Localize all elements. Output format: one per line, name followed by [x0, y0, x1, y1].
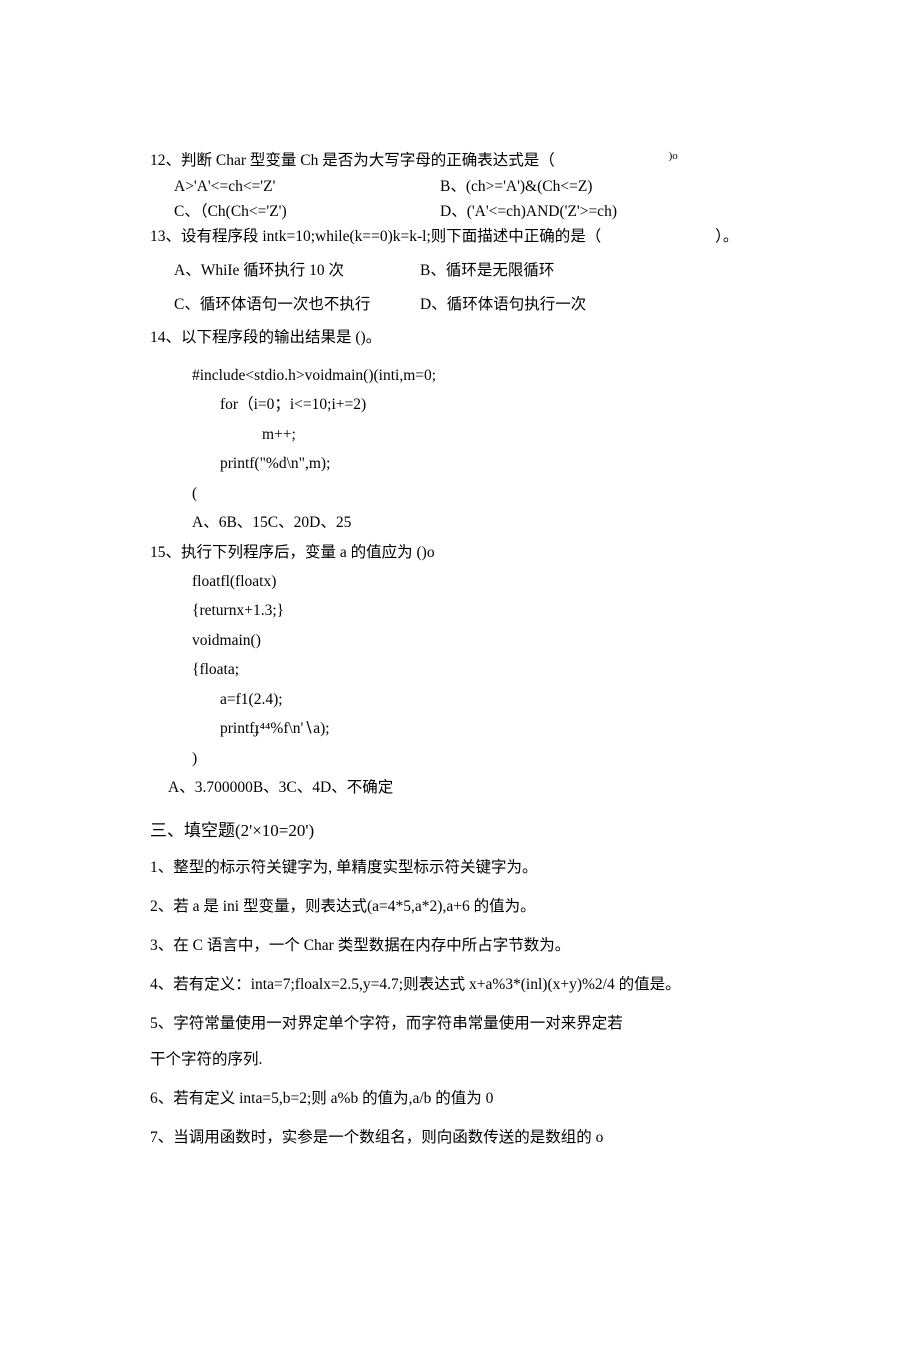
fill-5b: 干个字符的序列.	[150, 1048, 790, 1073]
q14-c1: #include<stdio.h>voidmain()(inti,m=0;	[150, 361, 790, 390]
q15-c3: voidmain()	[150, 626, 790, 655]
fill-4: 4、若有定义：inta=7;floalx=2.5,y=4.7;则表达式 x+a%…	[150, 973, 790, 998]
q13-tail: ）。	[715, 228, 738, 245]
q15-c2: {returnx+1.3;}	[150, 596, 790, 625]
q15-block: 15、执行下列程序后，变量 a 的值应为 ()o floatfl(floatx)…	[150, 538, 790, 803]
q15-opts: A、3.700000B、3C、4D、不确定	[150, 773, 790, 802]
fill-1: 1、整型的标示符关键字为, 单精度实型标示符关键字为。	[150, 856, 790, 881]
fill-6: 6、若有定义 inta=5,b=2;则 a%b 的值为,a/b 的值为 0	[150, 1087, 790, 1112]
q13-options-row1: A、WhiIe 循环执行 10 次 B、循环是无限循环	[150, 260, 790, 282]
q15-c7: )	[150, 744, 790, 773]
q13-stem-text: 13、设有程序段 intk=10;while(k==0)k=k-l;则下面描述中…	[150, 228, 601, 245]
q12-stem: 12、判断 Char 型变量 Ch 是否为大写字母的正确表达式是（ )o	[150, 149, 790, 172]
q14-c3: m++;	[150, 420, 790, 449]
q12-optA: A>'A'<=ch<='Z'	[150, 176, 440, 198]
q14-opts: A、6B、15C、20D、25	[150, 508, 790, 537]
q15-stem: 15、执行下列程序后，变量 a 的值应为 ()o	[150, 538, 790, 567]
q12-stem-text: 12、判断 Char 型变量 Ch 是否为大写字母的正确表达式是（	[150, 152, 555, 169]
q12-tail: )o	[669, 150, 678, 162]
q15-c6: printfɟ⁴⁴%f\n'∖a);	[150, 714, 790, 743]
q12-options-row2: C、（Ch(Ch<='Z') D、('A'<=ch)AND('Z'>=ch)	[150, 201, 790, 223]
q14-stem: 14、以下程序段的输出结果是 ()。	[150, 327, 790, 349]
q13-optC: C、循环体语句一次也不执行	[150, 294, 420, 316]
q13-stem: 13、设有程序段 intk=10;while(k==0)k=k-l;则下面描述中…	[150, 226, 790, 248]
q15-c4: {floata;	[150, 655, 790, 684]
q13-optB: B、循环是无限循环	[420, 260, 554, 282]
fill-7: 7、当调用函数时，实参是一个数组名，则向函数传送的是数组的 o	[150, 1126, 790, 1151]
q15-c5: a=f1(2.4);	[150, 685, 790, 714]
section3-heading: 三、填空题(2'×10=20')	[150, 819, 790, 843]
q13-options-row2: C、循环体语句一次也不执行 D、循环体语句执行一次	[150, 294, 790, 316]
q14-c4: printf("%d\n",m);	[150, 449, 790, 478]
fill-5a: 5、字符常量使用一对界定单个字符，而字符串常量使用一对来界定若	[150, 1012, 790, 1037]
fill-3: 3、在 C 语言中，一个 Char 类型数据在内存中所占字节数为。	[150, 934, 790, 959]
q14-code: #include<stdio.h>voidmain()(inti,m=0; fo…	[150, 361, 790, 538]
q15-c1: floatfl(floatx)	[150, 567, 790, 596]
q14-c5: (	[150, 479, 790, 508]
q12-options-row1: A>'A'<=ch<='Z' B、(ch>='A')&(Ch<=Z)	[150, 176, 790, 198]
q14-c2: for（i=0；i<=10;i+=2)	[150, 390, 790, 419]
q13-optD: D、循环体语句执行一次	[420, 294, 586, 316]
fill-2: 2、若 a 是 ini 型变量，则表达式(a=4*5,a*2),a+6 的值为。	[150, 895, 790, 920]
q12-optB: B、(ch>='A')&(Ch<=Z)	[440, 176, 592, 198]
q12-optD: D、('A'<=ch)AND('Z'>=ch)	[440, 201, 617, 223]
q13-optA: A、WhiIe 循环执行 10 次	[150, 260, 420, 282]
q12-optC: C、（Ch(Ch<='Z')	[150, 201, 440, 223]
